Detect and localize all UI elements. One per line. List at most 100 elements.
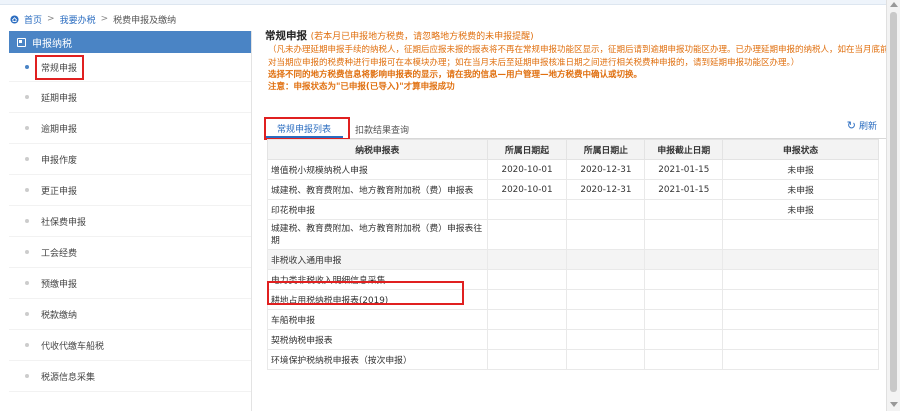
column-header: 申报状态 [722, 139, 879, 160]
scroll-up-icon[interactable] [890, 2, 898, 7]
top-bar [0, 0, 900, 5]
sidebar-item-vehicle-tax[interactable]: 代收代缴车船税 [9, 330, 251, 361]
table-row[interactable]: 契税纳税申报表 [267, 329, 879, 350]
bullet-icon [25, 374, 29, 378]
table-row[interactable]: 城建税、教育费附加、地方教育附加税（费）申报表往期 [267, 219, 879, 250]
refresh-button[interactable]: ↻ 刷新 [847, 119, 877, 132]
bullet-icon [25, 343, 29, 347]
form-name-link[interactable]: 契税纳税申报表 [267, 329, 488, 350]
notice-local-tax: 选择不同的地方税费信息将影响申报表的显示，请在我的信息—用户管理—地方税费中确认… [268, 70, 643, 80]
main-panel: 常规申报 (若本月已申报地方税费，请忽略地方税费的未申报提醒) （凡未办理延期申… [264, 29, 895, 411]
sidebar-item-label: 申报作废 [41, 155, 78, 166]
sidebar-item-label: 逾期申报 [41, 124, 78, 135]
status-cell: 未申报 [722, 199, 879, 220]
status-cell [722, 329, 879, 350]
sidebar-item-label: 税源信息采集 [41, 372, 96, 383]
status-cell [722, 289, 879, 310]
bullet-icon [25, 250, 29, 254]
table-cell: 2020-12-31 [566, 159, 646, 180]
sidebar-item-deferred-declaration[interactable]: 延期申报 [9, 82, 251, 113]
notice-deferred: （凡未办理延期申报手续的纳税人，征期后应报未报的报表将不再在常规申报功能区显示，… [268, 45, 889, 68]
sidebar-item-overdue-declaration[interactable]: 逾期申报 [9, 113, 251, 144]
breadcrumb-home[interactable]: 首页 [24, 13, 42, 26]
table-cell [566, 219, 646, 250]
bullet-icon [25, 281, 29, 285]
scroll-down-icon[interactable] [890, 402, 898, 407]
status-cell [722, 309, 879, 330]
table-row[interactable]: 环境保护税纳税申报表（按次申报） [267, 349, 879, 370]
sidebar-header[interactable]: 申报纳税 [9, 31, 251, 53]
table-row[interactable]: 印花税申报 未申报 [267, 199, 879, 220]
status-cell [722, 349, 879, 370]
table-cell [644, 309, 724, 330]
form-name-link[interactable]: 印花税申报 [267, 199, 488, 220]
bullet-icon [25, 312, 29, 316]
home-icon [10, 14, 19, 24]
sidebar-item-union-fee[interactable]: 工会经费 [9, 237, 251, 268]
table-cell [486, 289, 568, 310]
table-row[interactable]: 增值税小规模纳税人申报 2020-10-01 2020-12-31 2021-0… [267, 159, 879, 180]
table-cell [644, 249, 724, 270]
column-header: 申报截止日期 [644, 139, 724, 160]
form-name-link[interactable]: 非税收入通用申报 [267, 249, 488, 270]
table-cell [566, 349, 646, 370]
status-cell [722, 269, 879, 290]
sidebar-item-label: 税款缴纳 [41, 310, 78, 321]
sidebar-item-label: 工会经费 [41, 248, 78, 259]
form-name-link[interactable]: 城建税、教育费附加、地方教育附加税（费）申报表 [267, 179, 488, 200]
notice-status: 注意：申报状态为"已申报(已导入)"才算申报成功 [268, 82, 455, 92]
declaration-table: 纳税申报表 所属日期起 所属日期止 申报截止日期 申报状态 增值税小规模纳税人申… [267, 139, 879, 370]
vertical-scrollbar[interactable] [886, 0, 900, 411]
form-name-link[interactable]: 车船税申报 [267, 309, 488, 330]
column-header: 纳税申报表 [267, 139, 488, 160]
table-cell: 2020-12-31 [566, 179, 646, 200]
table-cell [644, 199, 724, 220]
table-row[interactable]: 城建税、教育费附加、地方教育附加税（费）申报表 2020-10-01 2020-… [267, 179, 879, 200]
sidebar-item-prepayment[interactable]: 预缴申报 [9, 268, 251, 299]
table-row[interactable]: 非税收入通用申报 [267, 249, 879, 270]
sidebar-item-tax-source[interactable]: 税源信息采集 [9, 361, 251, 392]
tab-highlight-box [264, 117, 350, 140]
sidebar-item-correction-declaration[interactable]: 更正申报 [9, 175, 251, 206]
table-row[interactable]: 车船税申报 [267, 309, 879, 330]
bullet-icon [25, 65, 29, 69]
sidebar-item-label: 常规申报 [35, 54, 85, 80]
sidebar-item-regular-declaration[interactable]: 常规申报 [9, 53, 251, 82]
table-cell: 2020-10-01 [486, 159, 568, 180]
breadcrumb-separator: > [47, 14, 55, 24]
table-cell [566, 199, 646, 220]
sidebar-item-label: 预缴申报 [41, 279, 78, 290]
sidebar-header-label: 申报纳税 [32, 38, 72, 50]
breadcrumb: 首页 > 我要办税 > 税费申报及缴纳 [10, 12, 176, 26]
sidebar-item-tax-payment[interactable]: 税款缴纳 [9, 299, 251, 330]
scroll-thumb[interactable] [890, 12, 897, 392]
table-cell [486, 199, 568, 220]
window-icon [17, 37, 26, 47]
bullet-icon [25, 188, 29, 192]
column-header: 所属日期起 [486, 139, 568, 160]
status-cell [722, 249, 879, 270]
table-cell [644, 289, 724, 310]
page-title-line: 常规申报 (若本月已申报地方税费，请忽略地方税费的未申报提醒) [265, 29, 895, 44]
table-cell [486, 309, 568, 330]
table-cell [486, 269, 568, 290]
column-header: 所属日期止 [566, 139, 646, 160]
form-name-link[interactable]: 城建税、教育费附加、地方教育附加税（费）申报表往期 [267, 219, 488, 250]
table-cell: 2021-01-15 [644, 159, 724, 180]
tab-deduction-query[interactable]: 扣款结果查询 [343, 120, 421, 138]
table-cell [566, 289, 646, 310]
table-cell [486, 249, 568, 270]
table-cell [566, 249, 646, 270]
table-cell [566, 309, 646, 330]
breadcrumb-level1[interactable]: 我要办税 [60, 13, 96, 26]
form-name-link[interactable]: 增值税小规模纳税人申报 [267, 159, 488, 180]
sidebar-item-void-declaration[interactable]: 申报作废 [9, 144, 251, 175]
table-cell [644, 219, 724, 250]
table-cell [644, 329, 724, 350]
breadcrumb-separator: > [100, 14, 109, 24]
table-cell [486, 329, 568, 350]
status-cell [722, 219, 879, 250]
table-cell [486, 349, 568, 370]
form-name-link[interactable]: 环境保护税纳税申报表（按次申报） [267, 349, 488, 370]
sidebar-item-social-insurance[interactable]: 社保费申报 [9, 206, 251, 237]
